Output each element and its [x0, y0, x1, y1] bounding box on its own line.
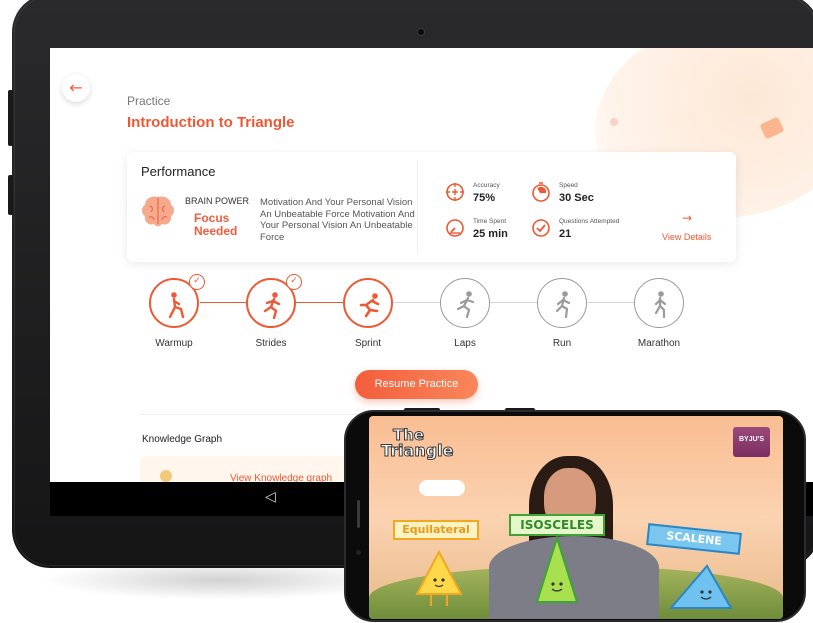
step-laps[interactable]	[440, 278, 490, 328]
step-label: Marathon	[637, 338, 681, 349]
logo-line2: Triangle	[381, 441, 455, 460]
equilateral-label: Equilateral	[393, 520, 479, 540]
performance-title: Performance	[141, 164, 216, 179]
stat-value: 25 min	[473, 228, 508, 240]
runner-icon	[555, 291, 571, 318]
step-marathon[interactable]	[634, 278, 684, 328]
triangle-logo: The Triangle	[381, 427, 455, 460]
stopwatch-icon	[532, 182, 550, 202]
gauge-icon	[446, 219, 464, 237]
resume-practice-button[interactable]: Resume Practice	[355, 370, 478, 399]
isosceles-triangle-icon	[535, 536, 579, 603]
sprinter-icon	[359, 293, 380, 318]
step-sprint[interactable]	[343, 278, 393, 328]
runner-icon	[456, 291, 475, 318]
runner-icon	[654, 291, 667, 318]
nav-back-icon[interactable]: ◁	[265, 489, 276, 505]
target-icon	[446, 183, 464, 201]
progress-line-remaining	[350, 302, 670, 303]
stat-label: Time Spent	[473, 218, 506, 225]
brain-power-status: Focus Needed	[194, 211, 238, 238]
step-label: Run	[552, 338, 572, 349]
performance-card: Performance BRAIN POWER Focus Needed Mot…	[127, 152, 736, 262]
step-label: Sprint	[354, 338, 382, 349]
page-title: Introduction to Triangle	[127, 114, 295, 131]
byjus-logo: BYJU'S	[733, 427, 770, 457]
step-label: Warmup	[155, 338, 193, 349]
brain-icon	[142, 196, 174, 227]
check-icon: ✓	[286, 274, 302, 290]
tablet-power-button	[8, 175, 13, 215]
step-run[interactable]	[537, 278, 587, 328]
view-knowledge-graph-link[interactable]: View Knowledge graph	[230, 473, 332, 482]
isosceles-label: ISOSCELES	[509, 514, 605, 536]
brain-power-description: Motivation And Your Personal Vision An U…	[260, 197, 415, 243]
scalene-label: SCALENE	[646, 523, 742, 555]
view-details-link[interactable]: View Details	[662, 232, 711, 242]
stat-label: Accuracy	[473, 182, 500, 189]
arrow-left-icon: ←	[69, 78, 83, 97]
decorative-dot	[610, 118, 618, 126]
tablet-volume-button	[8, 90, 13, 146]
check-circle-icon	[532, 219, 550, 237]
cloud-icon	[419, 480, 465, 496]
breadcrumb: Practice	[127, 94, 171, 108]
bulb-icon	[160, 470, 172, 482]
arrow-right-icon[interactable]: →	[682, 211, 692, 225]
stat-value: 21	[559, 228, 572, 240]
check-icon: ✓	[189, 274, 205, 290]
brain-power-label: BRAIN POWER	[185, 196, 250, 206]
card-divider	[417, 160, 418, 254]
scalene-triangle-icon	[669, 564, 733, 609]
phone-speaker	[357, 500, 360, 528]
stat-value: 75%	[473, 192, 496, 204]
tablet-camera	[417, 28, 425, 36]
back-button[interactable]: ←	[62, 74, 90, 102]
stat-label: Questions Attempted	[559, 218, 620, 225]
step-label: Strides	[255, 338, 287, 349]
stretching-runner-icon	[168, 292, 185, 319]
runner-icon	[263, 292, 281, 319]
stat-label: Speed	[559, 182, 578, 189]
step-label: Laps	[454, 338, 476, 349]
video-player[interactable]: The Triangle BYJU'S Equilateral ISOSCELE…	[369, 416, 783, 619]
knowledge-graph-title: Knowledge Graph	[142, 434, 223, 445]
equilateral-triangle-icon	[415, 549, 463, 606]
phone-camera	[356, 550, 361, 555]
stat-value: 30 Sec	[559, 192, 594, 204]
